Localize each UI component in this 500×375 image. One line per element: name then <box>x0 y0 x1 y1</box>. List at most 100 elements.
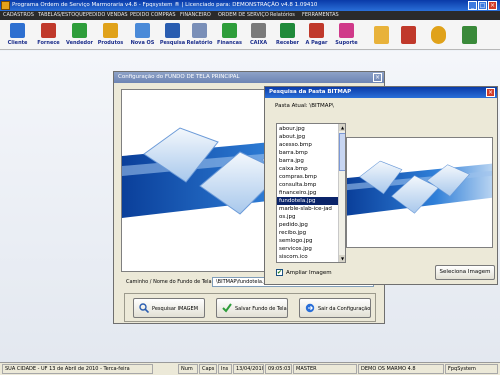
toolbar-label: Cliente <box>7 40 28 46</box>
calculator-icon <box>374 26 389 44</box>
menu-ordem-servico[interactable]: ORDEM DE SERVIÇO <box>218 12 269 18</box>
exit-config-button[interactable]: Sair da Configuração <box>299 298 371 318</box>
status-num: Num <box>178 364 198 374</box>
exit-config-label: Sair da Configuração <box>318 306 371 312</box>
scroll-thumb[interactable] <box>339 133 345 171</box>
toolbar-exit-button[interactable] <box>454 21 485 49</box>
select-image-button[interactable]: Seleciona Imagem <box>435 265 495 280</box>
path-label: Caminho / Nome do Fundo de Tela <box>126 279 212 285</box>
close-button[interactable]: × <box>488 1 497 10</box>
dialog-title: Pesquisa da Pasta BITMAP <box>269 89 352 95</box>
receive-icon <box>280 23 295 38</box>
toolbar-label: Nova OS <box>130 40 155 46</box>
toolbar-financas-button[interactable]: Financas <box>214 21 245 49</box>
search-icon <box>165 23 180 38</box>
file-list-item[interactable]: marble-slab-ice-jad <box>277 205 338 213</box>
toolbar-produtos-button[interactable]: Produtos <box>95 21 126 49</box>
file-list-item[interactable]: servicos.jpg <box>277 245 338 253</box>
enlarge-image-label: Ampliar Imagem <box>286 270 332 276</box>
report-icon <box>192 23 207 38</box>
clients-icon <box>10 23 25 38</box>
file-list-item[interactable]: recibo.jpg <box>277 229 338 237</box>
enlarge-image-checkbox[interactable]: ✔ <box>276 269 283 276</box>
config-title-bar: Configuração do FUNDO DE TELA PRINCIPAL … <box>114 72 384 83</box>
scroll-down-icon[interactable]: ▼ <box>339 255 345 262</box>
config-title: Configuração do FUNDO DE TELA PRINCIPAL <box>118 74 240 80</box>
toolbar-caixa-button[interactable]: CAIXA <box>243 21 274 49</box>
file-list-item[interactable]: siscom.ico <box>277 253 338 261</box>
dialog-title-bar: Pesquisa da Pasta BITMAP × <box>265 87 497 98</box>
file-list[interactable]: abour.jpg about.jpg acesso.bmp barra.bmp bar… <box>276 123 346 263</box>
save-background-button[interactable]: Salvar Fundo de Tela <box>216 298 288 318</box>
finance-icon <box>222 23 237 38</box>
pay-icon <box>309 23 324 38</box>
toolbar-label: Suporte <box>335 40 358 46</box>
file-rows: abour.jpg about.jpg acesso.bmp barra.bmp bar… <box>277 125 338 262</box>
file-list-item[interactable]: vendas.gif <box>277 261 338 262</box>
file-list-item[interactable]: caixa.bmp <box>277 165 338 173</box>
toolbar-label: CAIXA <box>249 40 268 46</box>
status-brand: FpqSystem <box>445 364 498 374</box>
toolbar-relatorio-button[interactable]: Relatório <box>184 21 215 49</box>
file-list-item[interactable]: compras.bmp <box>277 173 338 181</box>
search-image-button[interactable]: Pesquisar IMAGEM <box>133 298 205 318</box>
dialog-close-button[interactable]: × <box>486 88 495 97</box>
menu-relatorios[interactable]: Relatórios <box>270 12 295 18</box>
search-image-label: Pesquisar IMAGEM <box>152 306 199 312</box>
app-title: Programa Ordem de Serviço Marmoraria v4.… <box>12 2 318 8</box>
file-list-item[interactable]: barra.bmp <box>277 149 338 157</box>
status-time: 09:05:03 <box>265 364 292 374</box>
file-list-item[interactable]: consulta.bmp <box>277 181 338 189</box>
save-background-label: Salvar Fundo de Tela <box>235 306 287 312</box>
toolbar-tools-button[interactable] <box>393 21 424 49</box>
toolbar-settings-button[interactable] <box>423 21 454 49</box>
menu-tabelas-estoque[interactable]: TABELAS/ESTOQUE <box>38 12 86 18</box>
menu-cadastros[interactable]: CADASTROS <box>3 12 34 18</box>
toolbar-cliente-button[interactable]: Cliente <box>2 21 33 49</box>
toolbar-suporte-button[interactable]: Suporte <box>331 21 362 49</box>
maximize-button[interactable]: □ <box>478 1 487 10</box>
search-icon <box>139 303 149 313</box>
file-list-item[interactable]: about.jpg <box>277 133 338 141</box>
image-preview <box>346 137 493 248</box>
file-list-item[interactable]: acesso.bmp <box>277 141 338 149</box>
menu-ferramentas[interactable]: FERRAMENTAS <box>302 12 339 18</box>
toolbar-label: Produtos <box>97 40 124 46</box>
file-list-item[interactable]: os.jpg <box>277 213 338 221</box>
file-list-item[interactable]: semlogo.jpg <box>277 237 338 245</box>
file-list-item[interactable]: fundotela.jpg <box>277 197 338 205</box>
settings-icon <box>431 26 446 44</box>
file-list-item[interactable]: pedido.jpg <box>277 221 338 229</box>
file-list-scrollbar[interactable]: ▲ ▼ <box>338 124 345 262</box>
tools-icon <box>401 26 416 44</box>
status-demo: DEMO OS MARMO 4.8 <box>358 364 444 374</box>
config-button-row: Pesquisar IMAGEM Salvar Fundo de Tela Sa… <box>124 293 376 322</box>
status-caps: Caps <box>199 364 217 374</box>
menu-bar: CADASTROS TABELAS/ESTOQUE PEDIDO VENDAS … <box>0 11 500 20</box>
toolbar-label: Financas <box>217 40 242 46</box>
cash-icon <box>251 23 266 38</box>
toolbar-nova-os-button[interactable]: Nova OS <box>127 21 158 49</box>
file-list-item[interactable]: barra.jpg <box>277 157 338 165</box>
file-list-item[interactable]: financeiro.jpg <box>277 189 338 197</box>
menu-financeiro[interactable]: FINANCEIRO <box>180 12 211 18</box>
minimize-button[interactable]: _ <box>468 1 477 10</box>
config-close-button[interactable]: × <box>373 73 382 82</box>
seller-icon <box>72 23 87 38</box>
toolbar-vendedor-button[interactable]: Vendedor <box>64 21 95 49</box>
status-bar: SUA CIDADE - UF 13 de Abril de 2010 - Te… <box>0 362 500 375</box>
menu-pedido-compras[interactable]: PEDIDO COMPRAS <box>130 12 176 18</box>
toolbar-fornece-button[interactable]: Fornece <box>33 21 64 49</box>
toolbar-receber-button[interactable]: Receber <box>272 21 303 49</box>
exit-icon <box>462 26 477 44</box>
status-ins: Ins <box>218 364 232 374</box>
toolbar-label: A Pagar <box>305 40 328 46</box>
check-icon <box>222 303 232 313</box>
toolbar-a-pagar-button[interactable]: A Pagar <box>301 21 332 49</box>
file-list-item[interactable]: abour.jpg <box>277 125 338 133</box>
menu-pedido-vendas[interactable]: PEDIDO VENDAS <box>86 12 128 18</box>
new-os-icon <box>135 23 150 38</box>
app-icon <box>1 1 10 10</box>
toolbar-label: Fornece <box>37 40 60 46</box>
scroll-up-icon[interactable]: ▲ <box>339 124 345 131</box>
